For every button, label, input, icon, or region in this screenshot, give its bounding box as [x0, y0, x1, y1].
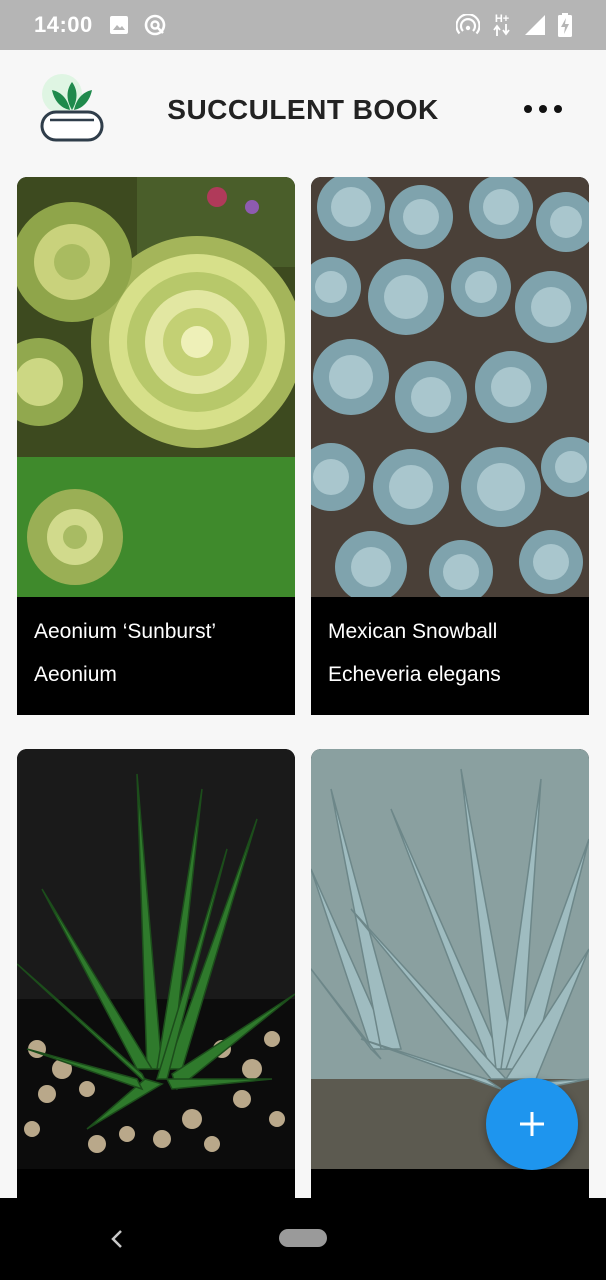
more-horizontal-icon [554, 105, 562, 113]
status-left-icons [109, 13, 167, 37]
card-caption [311, 1169, 589, 1198]
plant-common-name: Aeonium ‘Sunburst’ [34, 620, 217, 643]
status-time: 14:00 [34, 12, 93, 37]
signal-icon [525, 15, 545, 35]
more-horizontal-icon [524, 105, 532, 113]
plant-photo-aloe [17, 749, 295, 1169]
battery-charging-icon [558, 13, 572, 37]
plus-icon [520, 1112, 544, 1136]
sync-icon [144, 14, 166, 36]
hotspot-icon [456, 14, 480, 35]
data-arrows-icon: H+ [492, 14, 512, 36]
page-title: SUCCULENT BOOK [167, 94, 439, 125]
more-options-button[interactable] [520, 94, 566, 124]
home-pill-icon[interactable] [279, 1229, 327, 1247]
plant-card[interactable]: Aeonium ‘Sunburst’ Aeonium [17, 177, 295, 715]
card-caption: Mexican Snowball Echeveria elegans [311, 597, 589, 715]
plant-card[interactable] [17, 749, 295, 1198]
plant-common-name: Mexican Snowball [328, 620, 498, 643]
add-plant-button[interactable] [486, 1078, 578, 1170]
image-icon [109, 16, 128, 34]
plant-card[interactable]: Mexican Snowball Echeveria elegans [311, 177, 589, 715]
card-caption: Aeonium ‘Sunburst’ Aeonium [17, 597, 295, 715]
status-right-icons: H+ [456, 13, 572, 37]
system-nav-bar [0, 1198, 606, 1280]
back-button[interactable] [100, 1222, 134, 1256]
network-type-label: H+ [494, 13, 510, 25]
plant-photo-echeveria [311, 177, 589, 597]
plant-scientific-name: Aeonium [34, 663, 117, 686]
app-screen: 14:00 H+ SUCCULENT BOOK Aeonium ‘Sunburs… [0, 0, 606, 1280]
plant-scientific-name: Echeveria elegans [328, 663, 501, 686]
back-chevron-icon [111, 1230, 122, 1248]
app-header: SUCCULENT BOOK [0, 50, 606, 170]
more-horizontal-icon [539, 105, 547, 113]
card-caption [17, 1169, 295, 1198]
status-bar: 14:00 H+ [0, 0, 606, 50]
plant-photo-aeonium [17, 177, 295, 597]
